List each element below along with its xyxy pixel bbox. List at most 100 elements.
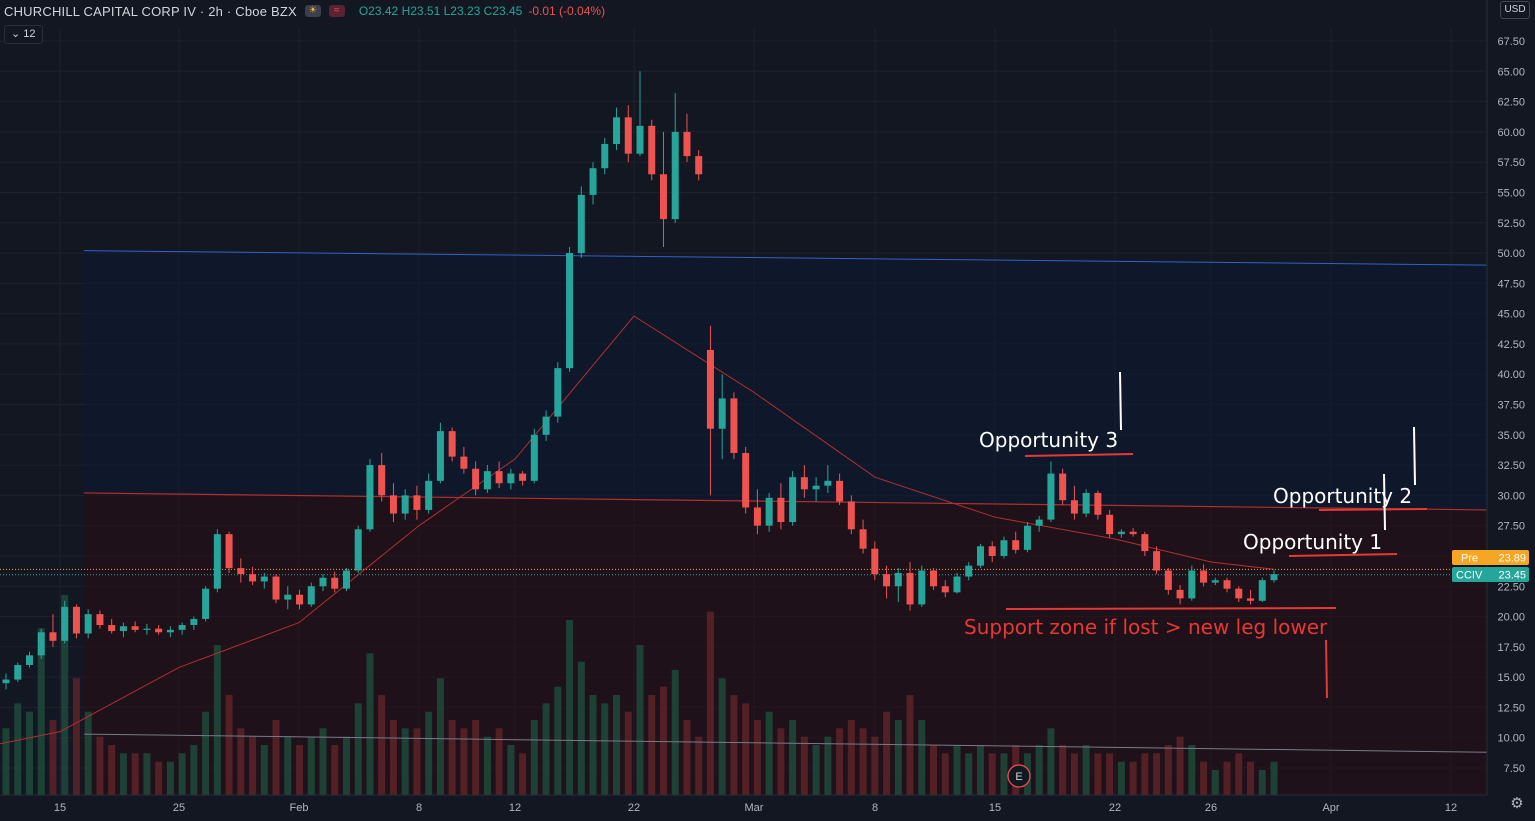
time-tick-label: 8 bbox=[872, 802, 878, 814]
candle-body bbox=[225, 534, 233, 569]
volume-bar bbox=[342, 736, 350, 795]
volume-bar bbox=[953, 745, 961, 795]
time-tick-label: 15 bbox=[54, 802, 66, 814]
volume-bar bbox=[836, 728, 844, 795]
candle-body bbox=[636, 125, 644, 154]
volume-bar bbox=[519, 753, 527, 795]
time-tick-label: 22 bbox=[628, 802, 640, 814]
volume-bar bbox=[237, 728, 245, 795]
events-icon[interactable]: ≈ bbox=[328, 5, 345, 17]
time-tick-label: 8 bbox=[416, 802, 422, 814]
candle-body bbox=[178, 625, 186, 630]
time-tick-label: Mar bbox=[745, 802, 764, 814]
volume-bar bbox=[108, 745, 116, 795]
price-tick-label: 37.50 bbox=[1497, 400, 1525, 412]
candle-body bbox=[1270, 574, 1278, 581]
sun-icon[interactable]: ☀ bbox=[304, 5, 321, 17]
price-chart[interactable]: Opportunity 3 Opportunity 2 Opportunity … bbox=[0, 0, 1535, 821]
price-tick-label: 67.50 bbox=[1497, 36, 1525, 48]
symbol-title[interactable]: CHURCHILL CAPITAL CORP IV · 2h · Cboe BZ… bbox=[4, 4, 297, 19]
candle-body bbox=[460, 456, 468, 469]
candle-body bbox=[1247, 598, 1255, 601]
volume-bar bbox=[84, 711, 92, 795]
volume-bar bbox=[765, 711, 773, 795]
candle-body bbox=[284, 594, 292, 600]
price-tick-label: 57.50 bbox=[1497, 157, 1525, 169]
volume-bar bbox=[1200, 761, 1208, 795]
candle-body bbox=[1200, 570, 1208, 583]
volume-bar bbox=[155, 761, 163, 795]
candle-body bbox=[812, 485, 820, 490]
candle-body bbox=[624, 117, 632, 154]
price-tick-label: 35.00 bbox=[1497, 430, 1525, 442]
volume-bar bbox=[249, 736, 257, 795]
price-tick-label: 60.00 bbox=[1497, 127, 1525, 139]
chevron-down-icon[interactable]: ⌄ bbox=[11, 28, 20, 40]
candle-body bbox=[1023, 525, 1031, 550]
volume-bar bbox=[1094, 753, 1102, 795]
earnings-marker-label: E bbox=[1015, 771, 1022, 783]
volume-bar bbox=[296, 745, 304, 795]
annotation-opportunity-2[interactable]: Opportunity 2 bbox=[1273, 484, 1412, 508]
candle-body bbox=[695, 156, 703, 175]
volume-bar bbox=[824, 736, 832, 795]
candle-body bbox=[342, 570, 350, 589]
ohlc-values: O23.42 H23.51 L23.23 C23.45 bbox=[359, 4, 523, 18]
pre-price-tag: Pre 23.89 bbox=[1452, 550, 1529, 565]
candle-body bbox=[718, 398, 726, 429]
volume-bar bbox=[683, 720, 691, 795]
volume-bar bbox=[1117, 761, 1125, 795]
candle-body bbox=[976, 546, 984, 566]
annotation-opportunity-3[interactable]: Opportunity 3 bbox=[979, 428, 1118, 452]
volume-bar bbox=[72, 678, 80, 795]
ohlc-close: C23.45 bbox=[483, 4, 523, 18]
volume-bar bbox=[190, 745, 198, 795]
volume-bar bbox=[448, 720, 456, 795]
candle-body bbox=[495, 471, 503, 484]
underline-mark bbox=[1318, 508, 1428, 511]
candle-body bbox=[530, 434, 538, 481]
candle-body bbox=[648, 125, 656, 175]
candle-body bbox=[765, 497, 773, 526]
candle-body bbox=[143, 628, 151, 630]
price-tick-label: 45.00 bbox=[1497, 309, 1525, 321]
volume-bar bbox=[1035, 745, 1043, 795]
volume-bar bbox=[742, 703, 750, 795]
candle-body bbox=[1000, 540, 1008, 556]
volume-bar bbox=[260, 745, 268, 795]
candle-body bbox=[202, 588, 210, 619]
candle-body bbox=[1012, 540, 1020, 550]
annotation-support-zone[interactable]: Support zone if lost > new leg lower bbox=[964, 615, 1328, 639]
pre-price-tag-value: 23.89 bbox=[1498, 553, 1526, 565]
price-axis[interactable]: 67.50 65.00 62.50 60.00 57.50 55.00 52.50 50.00… bbox=[1486, 0, 1535, 795]
price-tick-label: 40.00 bbox=[1497, 369, 1525, 381]
volume-bar bbox=[307, 736, 315, 795]
candle-body bbox=[988, 546, 996, 556]
time-axis[interactable]: 15 25 Feb 8 12 22 Mar 8 15 22 26 Apr 12 bbox=[0, 794, 1487, 821]
price-tick-label: 47.50 bbox=[1497, 278, 1525, 290]
volume-bar bbox=[166, 761, 174, 795]
earnings-marker[interactable]: E bbox=[1007, 764, 1031, 788]
volume-bar bbox=[753, 720, 761, 795]
currency-label[interactable]: USD bbox=[1500, 1, 1530, 19]
candle-body bbox=[566, 253, 574, 369]
price-tick-label: 52.50 bbox=[1497, 218, 1525, 230]
annotation-opportunity-1[interactable]: Opportunity 1 bbox=[1243, 530, 1382, 554]
candle-body bbox=[319, 577, 327, 587]
volume-bar bbox=[213, 645, 221, 795]
volume-bar bbox=[1247, 761, 1255, 795]
vertical-mark bbox=[1119, 371, 1122, 431]
candle-body bbox=[577, 194, 585, 254]
candle-body bbox=[930, 570, 938, 587]
volume-bar bbox=[965, 753, 973, 795]
volume-bar bbox=[542, 703, 550, 795]
gear-icon[interactable]: ⚙ bbox=[1509, 796, 1525, 812]
volume-indicator-badge[interactable]: ⌄ 12 bbox=[4, 25, 43, 44]
price-tick-label: 42.50 bbox=[1497, 339, 1525, 351]
candle-body bbox=[260, 576, 268, 582]
candle-body bbox=[354, 529, 362, 571]
volume-bar bbox=[894, 720, 902, 795]
candle-body bbox=[789, 477, 797, 523]
price-tick-label: 15.00 bbox=[1497, 672, 1525, 684]
volume-bar bbox=[436, 678, 444, 795]
